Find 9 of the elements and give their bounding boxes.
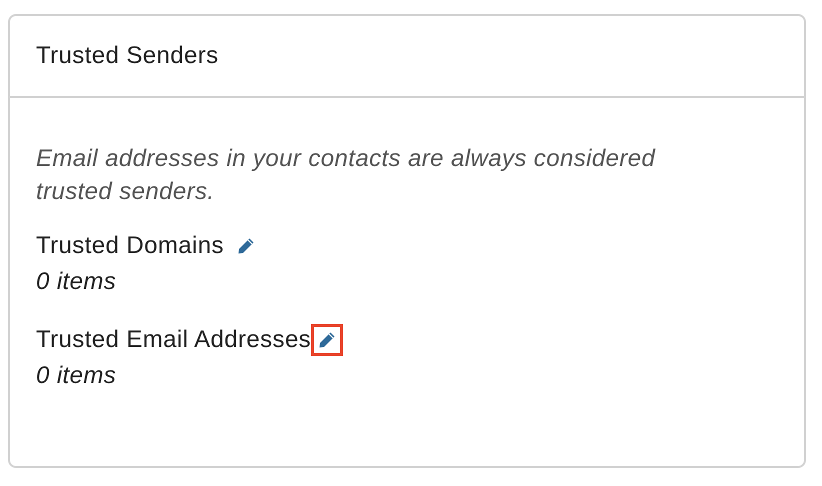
item-count: 0 items xyxy=(36,361,118,391)
item-count: 0 items xyxy=(36,267,118,297)
edit-button[interactable] xyxy=(311,324,344,356)
panel-title: Trusted Senders xyxy=(36,42,219,70)
list-label: Trusted Email Addresses xyxy=(36,326,312,354)
pencil-icon xyxy=(317,330,338,350)
info-note: Email addresses in your contacts are always considered trusted senders. xyxy=(36,144,656,207)
pencil-icon xyxy=(236,236,256,256)
list-label: Trusted Domains xyxy=(36,232,224,260)
